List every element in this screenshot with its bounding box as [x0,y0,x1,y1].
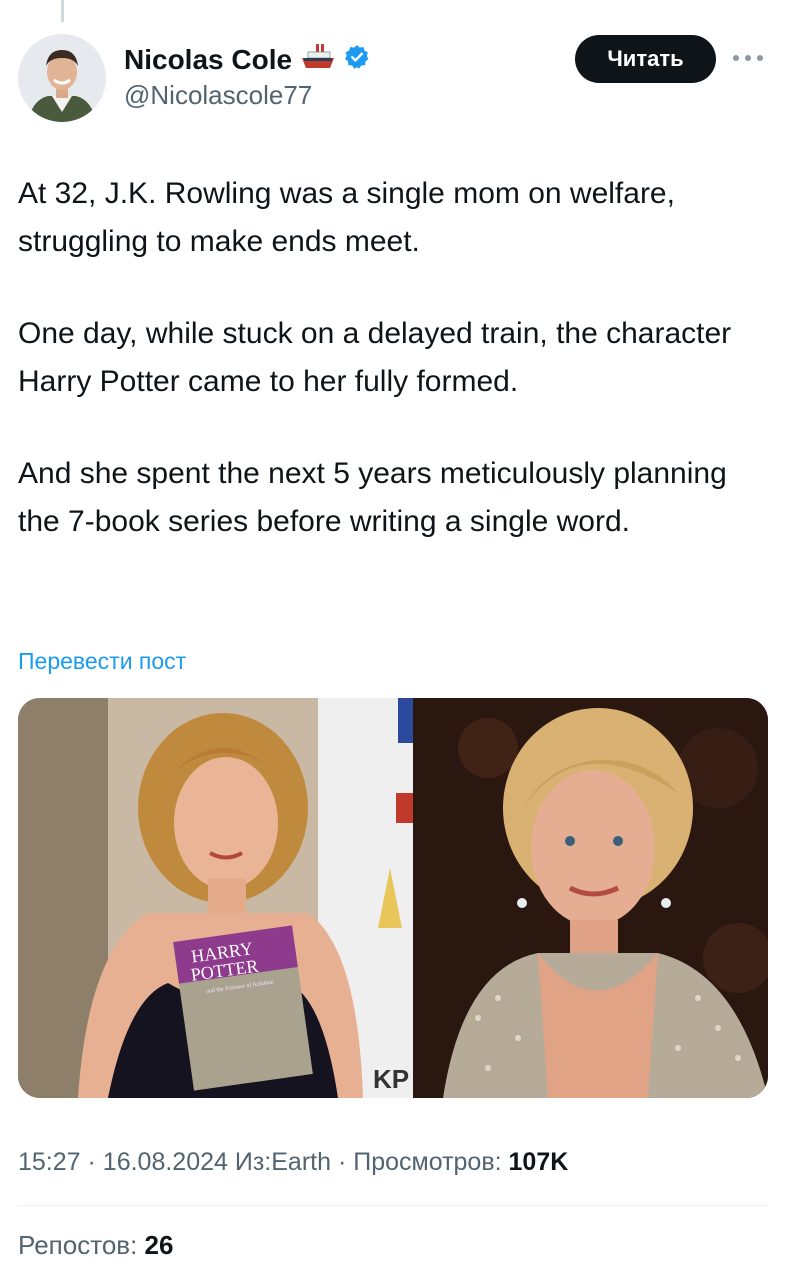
sign-text: KP [373,1064,409,1094]
avatar[interactable] [18,34,106,122]
tweet-time[interactable]: 15:27 [18,1148,81,1176]
book: HARRY POTTER and the Prisoner of Azkaban [173,925,313,1091]
avatar-photo [18,34,106,122]
meta-separator: · [87,1148,96,1176]
thread-line [61,0,64,22]
tweet-date[interactable]: 16.08.2024 [103,1148,228,1176]
reposts-stat[interactable]: Репостов: 26 [18,1230,173,1261]
follow-button[interactable]: Читать [575,35,716,83]
views-count: 107K [508,1148,569,1176]
reposts-count: 26 [144,1230,174,1260]
more-dots-icon[interactable] [732,48,764,68]
tweet-text: At 32, J.K. Rowling was a single mom on … [18,170,768,590]
views-label: Просмотров: [353,1148,502,1176]
tweet-source: Из:Earth [234,1148,332,1176]
ship-icon [300,42,336,77]
author-name-row[interactable]: Nicolas Cole [124,42,370,77]
tweet-media-image[interactable]: HARRY POTTER and the Prisoner of Azkaban… [18,698,768,1098]
tweet-paragraph: At 32, J.K. Rowling was a single mom on … [18,177,675,258]
media-photo: HARRY POTTER and the Prisoner of Azkaban… [18,698,768,1098]
tweet-metadata: 15:27 · 16.08.2024 Из:Earth · Просмотров… [18,1148,568,1177]
author-name[interactable]: Nicolas Cole [124,44,292,76]
meta-separator: · [337,1148,347,1176]
divider [18,1205,768,1206]
tweet-paragraph: One day, while stuck on a delayed train,… [18,317,732,398]
translate-post-link[interactable]: Перевести пост [18,648,186,675]
author-handle[interactable]: @Nicolascole77 [124,80,312,111]
verified-badge-icon [344,44,370,75]
reposts-label: Репостов: [18,1230,138,1260]
tweet-paragraph: And she spent the next 5 years meticulou… [18,457,727,538]
